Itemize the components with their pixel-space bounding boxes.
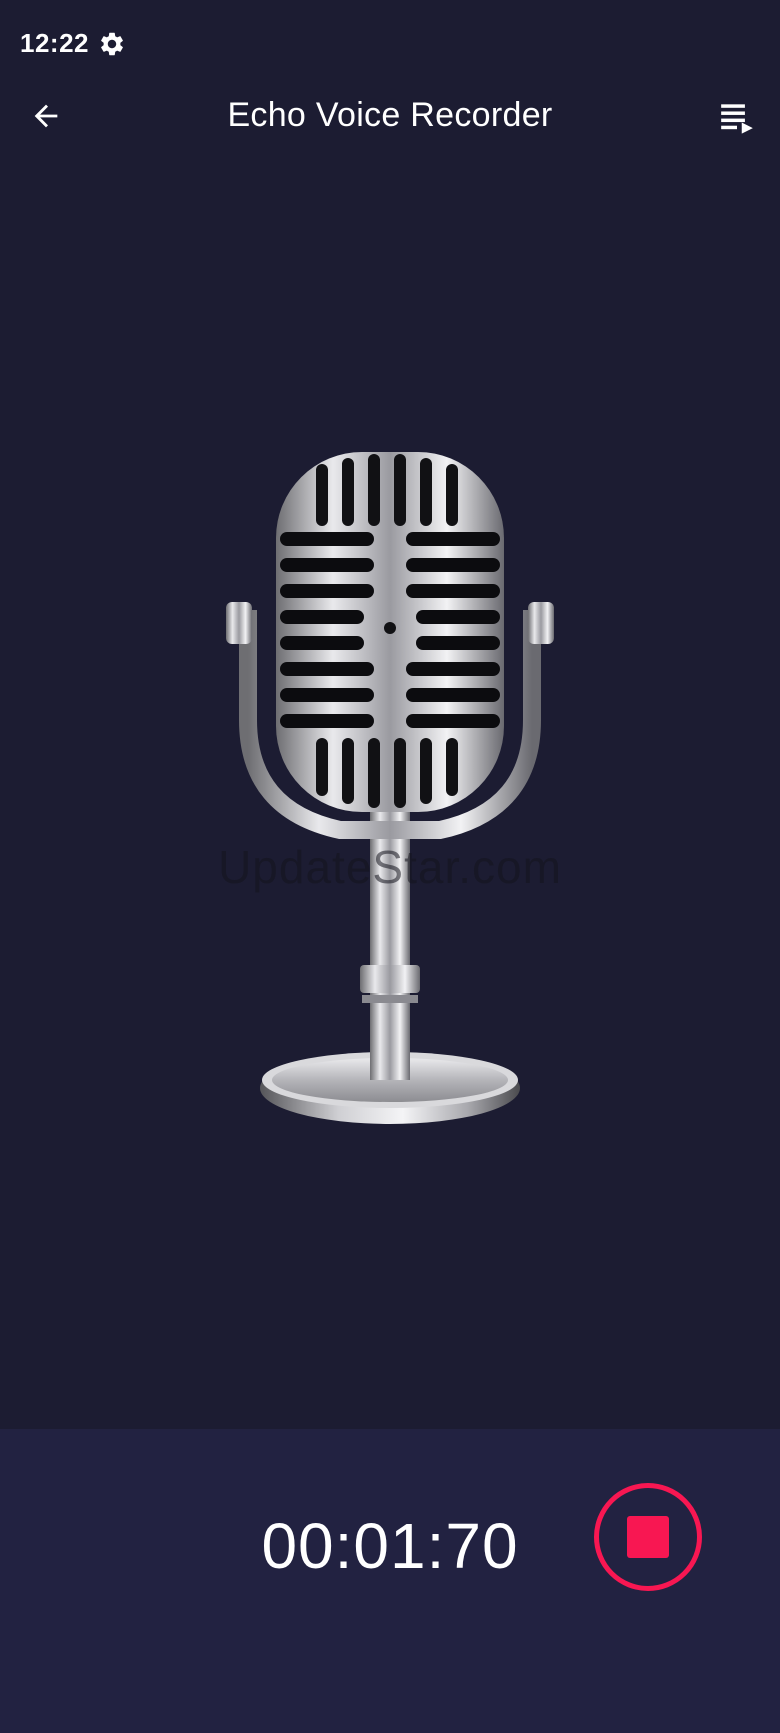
gear-icon — [98, 30, 126, 58]
app-bar: Echo Voice Recorder — [0, 80, 780, 154]
stop-button[interactable] — [594, 1483, 702, 1591]
app-screen: 12:22 Echo Voice Recorder UpdateStar.com… — [0, 0, 780, 1733]
recorder-panel: 00:01:70 — [0, 1429, 780, 1733]
microphone-icon — [226, 452, 554, 1124]
playlist-button[interactable] — [712, 92, 762, 142]
recording-timer: 00:01:70 — [261, 1510, 519, 1582]
page-title: Echo Voice Recorder — [227, 96, 553, 134]
stop-icon — [627, 1516, 669, 1558]
status-time: 12:22 — [20, 28, 89, 58]
microphone-area: UpdateStar.com — [0, 420, 780, 1140]
status-bar: 12:22 — [0, 0, 780, 90]
watermark: UpdateStar.com — [218, 841, 562, 893]
playlist-play-icon — [721, 104, 753, 134]
